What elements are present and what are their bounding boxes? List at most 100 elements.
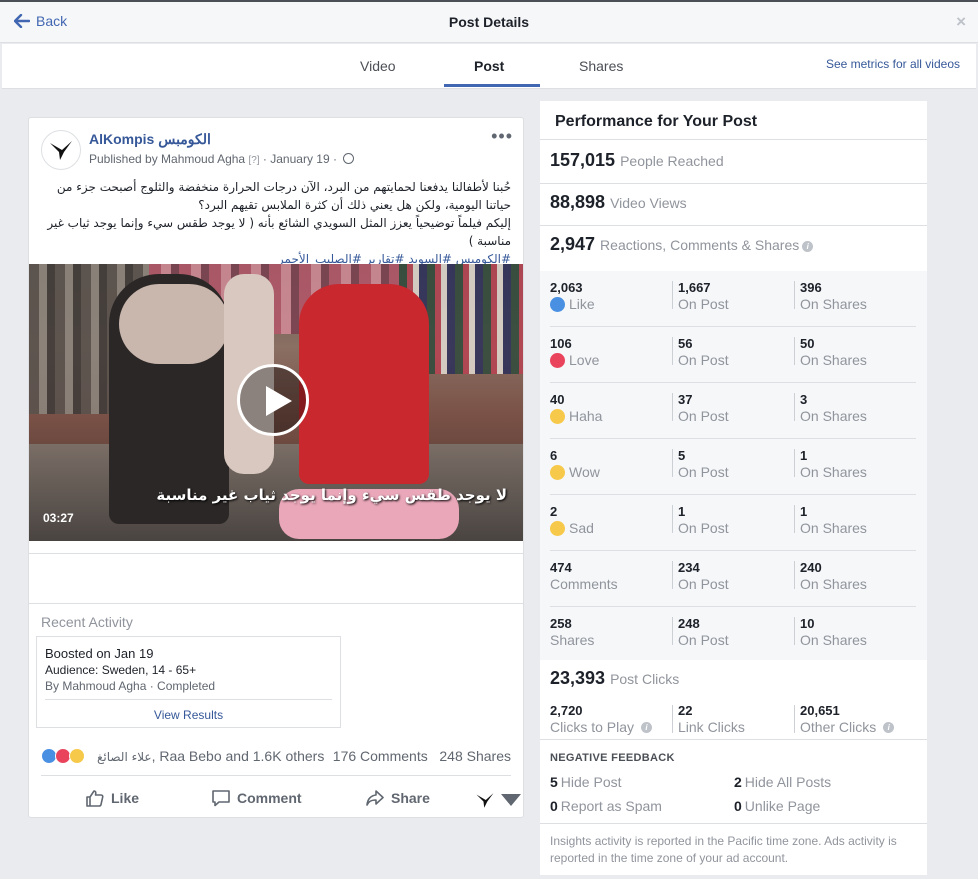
- post-date[interactable]: January 19: [270, 152, 329, 166]
- like-label: Like: [111, 790, 140, 806]
- column-separator: [794, 617, 795, 645]
- boost-audience: Audience: Sweden, 14 - 65+: [45, 663, 197, 677]
- column-separator: [672, 505, 673, 533]
- hide-all-posts-metric: 2 Hide All Posts: [734, 774, 831, 790]
- on-shares-label: On Shares: [800, 408, 867, 424]
- hide-post-metric: 5 Hide Post: [550, 774, 622, 790]
- report-spam-metric: 0 Report as Spam: [550, 798, 662, 814]
- wow-on-post-cell: 5 On Post: [678, 448, 729, 480]
- column-separator: [672, 337, 673, 365]
- link-clicks-value: 22: [678, 703, 693, 718]
- post-as-selector[interactable]: [475, 791, 521, 809]
- shares-on-shares-value: 10: [800, 616, 815, 631]
- column-separator: [794, 393, 795, 421]
- header-bar: Back Post Details ×: [0, 0, 978, 43]
- published-info: Published by Mahmoud Agha [?] · January …: [89, 152, 355, 166]
- on-post-label: On Post: [678, 408, 729, 424]
- on-shares-label: On Shares: [800, 632, 867, 648]
- breakdown-row-love: 106 Love 56 On Post 50 On Shares: [540, 327, 927, 383]
- shares-count-link[interactable]: 248 Shares: [439, 748, 511, 764]
- reaction-icons[interactable]: [41, 748, 85, 764]
- performance-panel: Performance for Your Post 157,015 People …: [540, 101, 927, 875]
- comments-row-label: Comments: [550, 576, 618, 592]
- post-text-line1: حُبنا لأطفالنا يدفعنا لحمايتهم من البرد،…: [56, 180, 511, 212]
- like-total-value: 2,063: [550, 280, 583, 295]
- love-on-shares-value: 50: [800, 336, 815, 351]
- clicks-breakdown-row: 2,720 Clicks to Play i 22 Link Clicks 20,…: [540, 697, 927, 753]
- performance-title: Performance for Your Post: [555, 113, 758, 130]
- like-button[interactable]: Like: [85, 789, 139, 807]
- divider: [29, 553, 523, 554]
- reactor-names-rest: , Raa Bebo and 1.6K others: [151, 748, 325, 764]
- column-separator: [672, 561, 673, 589]
- post-clicks-metric: 23,393 Post Clicks: [550, 668, 679, 689]
- like-on-post-value: 1,667: [678, 280, 711, 295]
- reactor-name-ar: علاء الصائغ: [97, 750, 152, 764]
- tabs-bar: Video Post Shares See metrics for all vi…: [2, 44, 976, 89]
- love-on-post-cell: 56 On Post: [678, 336, 729, 368]
- like-on-shares-cell: 396 On Shares: [800, 280, 867, 312]
- help-mark[interactable]: [?]: [248, 155, 259, 166]
- tab-shares[interactable]: Shares: [579, 58, 623, 74]
- unlike-page-metric: 0 Unlike Page: [734, 798, 820, 814]
- boost-by: By Mahmoud Agha · Completed: [45, 679, 216, 693]
- wow-on-post-value: 5: [678, 448, 686, 463]
- on-shares-label: On Shares: [800, 520, 867, 536]
- like-icon: [550, 296, 565, 312]
- video-player[interactable]: لا يوجد طقس سيء وإنما يوجد ثياب غير مناس…: [29, 264, 523, 541]
- share-button[interactable]: Share: [365, 789, 430, 807]
- haha-on-post-cell: 37 On Post: [678, 392, 729, 424]
- engagement-counts: 176 Comments 248 Shares: [333, 748, 511, 764]
- comments-on-shares-cell: 240 On Shares: [800, 560, 867, 592]
- sad-row-label: Sad: [569, 520, 594, 536]
- other-clicks-cell: 20,651 Other Clicks i: [800, 703, 895, 735]
- page-name-link[interactable]: AlKompis الكومبس: [89, 131, 211, 148]
- close-icon[interactable]: ×: [956, 12, 966, 32]
- page-avatar[interactable]: [41, 130, 81, 170]
- play-icon[interactable]: [237, 364, 309, 436]
- engagement-value: 2,947: [550, 234, 596, 254]
- column-separator: [794, 705, 795, 733]
- info-icon[interactable]: i: [641, 721, 653, 733]
- reactor-names[interactable]: علاء الصائغ, Raa Bebo and 1.6K others: [97, 748, 324, 764]
- post-text-line2: إليكم فيلماً توضيحياً يعزز المثل السويدي…: [47, 216, 511, 248]
- clicks-to-play-cell: 2,720 Clicks to Play i: [550, 703, 653, 735]
- negative-feedback-title: NEGATIVE FEEDBACK: [550, 752, 675, 764]
- report-spam-label: Report as Spam: [560, 798, 662, 814]
- bird-logo-icon: [476, 793, 494, 808]
- sad-on-post-value: 1: [678, 504, 686, 519]
- tab-post[interactable]: Post: [474, 58, 504, 74]
- shares-total-value: 258: [550, 616, 572, 631]
- thumbs-up-icon: [86, 790, 104, 807]
- tab-video[interactable]: Video: [360, 58, 396, 74]
- reactions-breakdown-grid: 2,063 Like 1,667 On Post 396 On Shares 1…: [540, 271, 927, 660]
- breakdown-row-sad: 2 Sad 1 On Post 1 On Shares: [540, 495, 927, 551]
- unlike-page-label: Unlike Page: [744, 798, 821, 814]
- comment-button[interactable]: Comment: [211, 789, 302, 807]
- divider: [540, 739, 927, 740]
- divider: [45, 699, 332, 700]
- shares-on-post-cell: 248 On Post: [678, 616, 729, 648]
- active-tab-indicator: [444, 84, 540, 87]
- more-dots-icon[interactable]: •••: [491, 126, 513, 147]
- on-shares-label: On Shares: [800, 576, 867, 592]
- comments-count-link[interactable]: 176 Comments: [333, 748, 428, 764]
- post-clicks-value: 23,393: [550, 668, 606, 688]
- view-results-link[interactable]: View Results: [37, 708, 340, 722]
- engagement-metric: 2,947 Reactions, Comments & Shares i: [550, 234, 814, 255]
- shares-on-post-value: 248: [678, 616, 700, 631]
- see-all-metrics-link[interactable]: See metrics for all videos: [826, 57, 960, 71]
- column-separator: [672, 281, 673, 309]
- sad-on-shares-cell: 1 On Shares: [800, 504, 867, 536]
- love-total-cell: 106 Love: [550, 336, 599, 368]
- info-icon[interactable]: i: [883, 721, 895, 733]
- post-preview-card: AlKompis الكومبس Published by Mahmoud Ag…: [28, 117, 524, 818]
- page-title: Post Details: [448, 14, 530, 30]
- column-separator: [794, 337, 795, 365]
- haha-on-shares-cell: 3 On Shares: [800, 392, 867, 424]
- wow-total-cell: 6 Wow: [550, 448, 600, 480]
- people-reached-value: 157,015: [550, 150, 616, 170]
- comments-on-post-value: 234: [678, 560, 700, 575]
- globe-icon: [343, 153, 355, 164]
- info-icon[interactable]: i: [802, 241, 814, 252]
